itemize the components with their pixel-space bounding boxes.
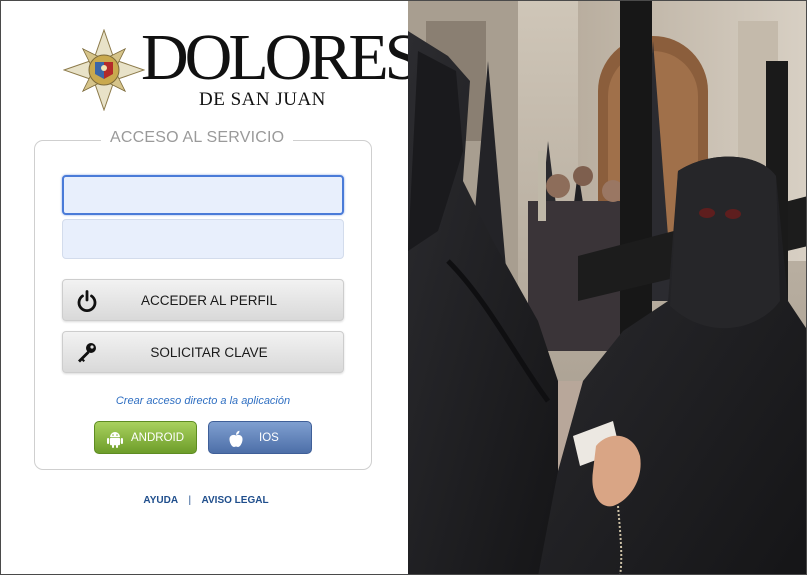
footer-links: AYUDA | AVISO LEGAL [121,495,291,506]
cross-emblem-icon [63,29,145,111]
android-label: ANDROID [131,432,185,444]
login-box-title: ACCESO AL SERVICIO [101,129,294,147]
android-button[interactable]: ANDROID [94,421,197,454]
access-profile-label: ACCEDER AL PERFIL [140,293,278,308]
brand-logo: DOLORES DE SAN JUAN [63,25,421,115]
android-icon [107,432,123,448]
shortcut-link[interactable]: Crear acceso directo a la aplicación [62,395,344,407]
request-key-label: SOLICITAR CLAVE [150,345,268,360]
username-input[interactable] [62,175,344,215]
access-profile-button[interactable]: ACCEDER AL PERFIL [62,279,344,321]
ios-button[interactable]: IOS [208,421,312,454]
hero-photo [408,1,806,574]
login-panel: DOLORES DE SAN JUAN ACCESO AL SERVICIO A… [1,1,421,574]
legal-link[interactable]: AVISO LEGAL [202,495,269,506]
login-page: DOLORES DE SAN JUAN ACCESO AL SERVICIO A… [0,0,807,575]
brand-subtitle: DE SAN JUAN [199,89,326,110]
footer-separator: | [188,495,192,506]
procession-photo-image [408,1,806,574]
apple-icon [229,430,243,448]
password-input[interactable] [62,219,344,259]
request-key-button[interactable]: SOLICITAR CLAVE [62,331,344,373]
ios-label: IOS [259,432,279,444]
brand-name: DOLORES [141,21,421,94]
help-link[interactable]: AYUDA [143,495,177,506]
